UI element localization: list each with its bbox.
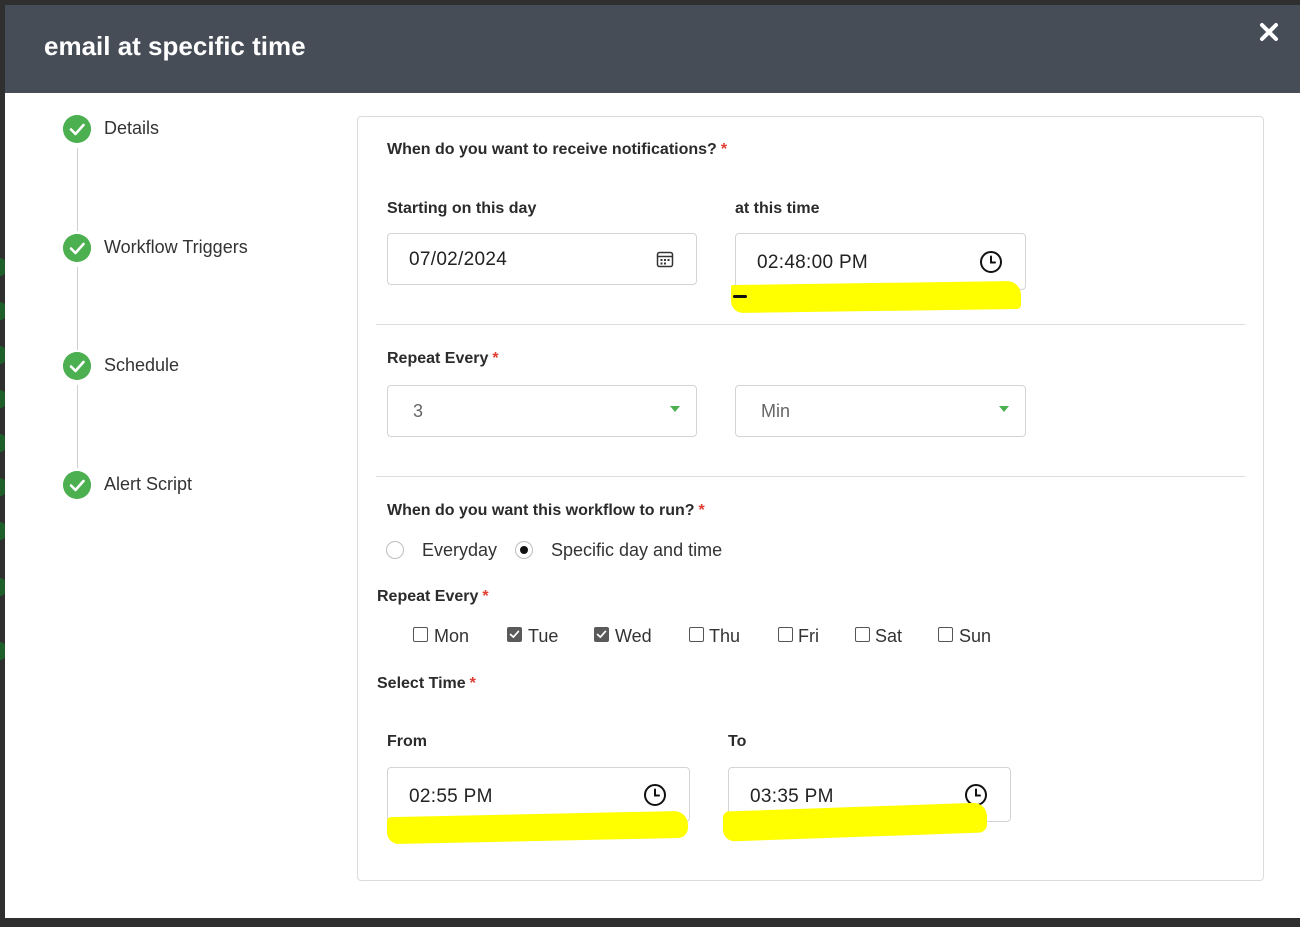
checkbox-fri-label[interactable]: Fri bbox=[798, 626, 819, 647]
required-mark: * bbox=[720, 141, 728, 158]
modal-title: email at specific time bbox=[44, 31, 306, 61]
checkbox-sat-label[interactable]: Sat bbox=[875, 626, 902, 647]
check-circle-icon bbox=[63, 471, 91, 499]
repeat-every-label: Repeat Every * bbox=[387, 350, 499, 368]
required-mark: * bbox=[492, 350, 499, 367]
stepper-connector bbox=[77, 267, 78, 350]
checkbox-wed[interactable] bbox=[594, 627, 609, 642]
checkbox-mon[interactable] bbox=[413, 627, 428, 642]
repeat-interval-value: 3 bbox=[413, 401, 424, 421]
step-label: Details bbox=[104, 118, 160, 138]
start-day-label: Starting on this day bbox=[387, 200, 537, 217]
checkbox-sun-label[interactable]: Sun bbox=[959, 626, 991, 647]
step-label: Workflow Triggers bbox=[104, 237, 248, 257]
check-circle-icon bbox=[63, 352, 91, 380]
repeat-interval-select[interactable]: 3 bbox=[387, 385, 697, 437]
everyday-radio-label[interactable]: Everyday bbox=[422, 540, 497, 561]
run-question-text: When do you want this workflow to run? bbox=[387, 502, 695, 519]
select-time-label: Select Time * bbox=[377, 675, 476, 693]
checkbox-wed-label[interactable]: Wed bbox=[615, 626, 652, 647]
chevron-down-icon bbox=[670, 406, 680, 412]
everyday-radio[interactable] bbox=[386, 541, 404, 559]
select-time-text: Select Time bbox=[377, 675, 466, 692]
close-icon[interactable] bbox=[1258, 21, 1280, 43]
days-repeat-every-text: Repeat Every bbox=[377, 588, 479, 605]
notification-question-text: When do you want to receive notification… bbox=[387, 141, 717, 158]
repeat-every-text: Repeat Every bbox=[387, 350, 489, 367]
yellow-highlight bbox=[731, 280, 1021, 314]
check-circle-icon bbox=[63, 115, 91, 143]
stepper-connector bbox=[77, 385, 78, 468]
days-repeat-every-label: Repeat Every * bbox=[377, 588, 489, 606]
repeat-unit-value: Min bbox=[761, 401, 791, 421]
step-label: Alert Script bbox=[104, 474, 193, 494]
checkbox-sat[interactable] bbox=[855, 627, 870, 642]
specific-day-radio-label[interactable]: Specific day and time bbox=[551, 540, 722, 561]
to-time-value: 03:35 PM bbox=[750, 786, 834, 807]
specific-day-radio[interactable] bbox=[515, 541, 533, 559]
calendar-icon[interactable] bbox=[656, 250, 674, 268]
required-mark: * bbox=[469, 675, 476, 692]
stepper-connector bbox=[77, 148, 78, 231]
repeat-unit-select[interactable]: Min bbox=[735, 385, 1026, 437]
clock-icon[interactable] bbox=[643, 783, 667, 807]
to-label: To bbox=[728, 733, 747, 750]
start-date-value: 07/02/2024 bbox=[409, 249, 508, 270]
checkbox-fri[interactable] bbox=[778, 627, 793, 642]
required-mark: * bbox=[482, 588, 489, 605]
checkbox-mon-label[interactable]: Mon bbox=[434, 626, 469, 647]
schedule-modal: email at specific time Details Workflow … bbox=[5, 5, 1300, 918]
checkbox-thu-label[interactable]: Thu bbox=[709, 626, 740, 647]
modal-header: email at specific time bbox=[5, 5, 1300, 93]
step-label: Schedule bbox=[104, 355, 180, 375]
checkbox-tue[interactable] bbox=[507, 627, 522, 642]
clock-icon[interactable] bbox=[979, 250, 1003, 274]
yellow-highlight bbox=[387, 810, 688, 845]
required-mark: * bbox=[698, 502, 705, 519]
chevron-down-icon bbox=[999, 406, 1009, 412]
start-time-value: 02:48:00 PM bbox=[757, 252, 869, 273]
run-question: When do you want this workflow to run? * bbox=[387, 502, 705, 520]
checkbox-thu[interactable] bbox=[689, 627, 704, 642]
section-divider bbox=[376, 324, 1245, 325]
section-divider bbox=[376, 476, 1245, 477]
start-date-input[interactable]: 07/02/2024 bbox=[387, 233, 697, 285]
checkbox-sun[interactable] bbox=[938, 627, 953, 642]
notification-question: When do you want to receive notification… bbox=[387, 141, 727, 159]
pen-mark bbox=[733, 295, 747, 298]
schedule-panel: When do you want to receive notification… bbox=[357, 116, 1264, 881]
from-time-value: 02:55 PM bbox=[409, 786, 493, 807]
checkbox-tue-label[interactable]: Tue bbox=[528, 626, 558, 647]
from-label: From bbox=[387, 733, 427, 750]
check-circle-icon bbox=[63, 234, 91, 262]
time-label: at this time bbox=[735, 200, 820, 217]
